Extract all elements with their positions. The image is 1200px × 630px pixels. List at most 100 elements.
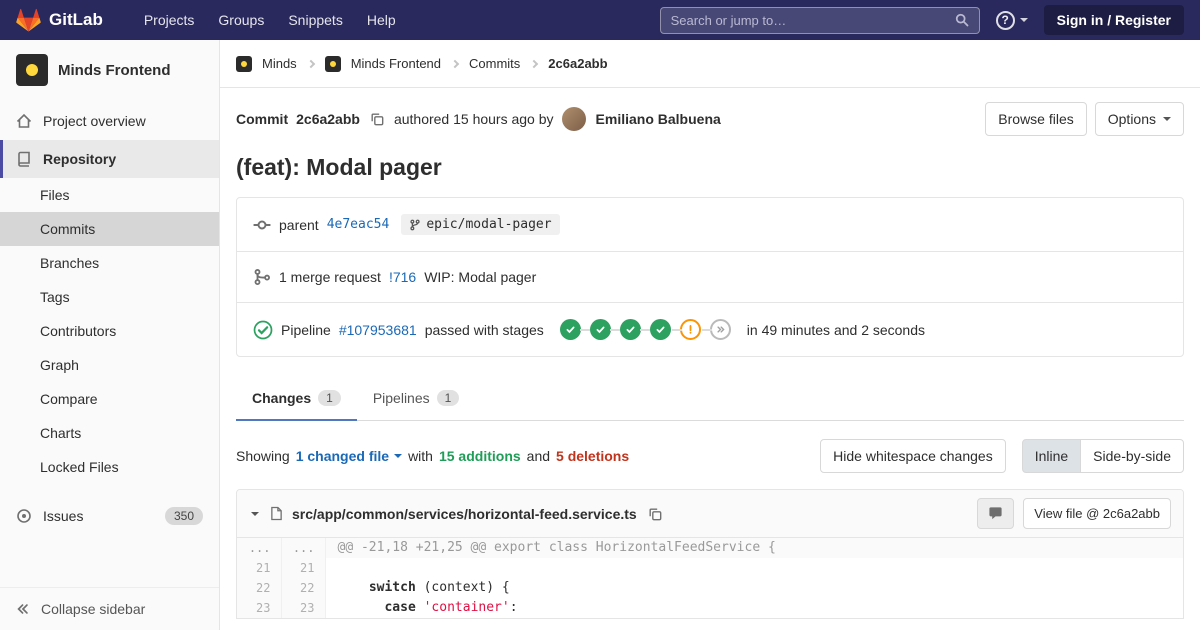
diff-file-path[interactable]: src/app/common/services/horizontal-feed.… [292,506,637,522]
author-avatar[interactable] [562,107,586,131]
tab-changes-label: Changes [252,390,311,406]
old-line-number[interactable]: 21 [237,558,281,578]
gitlab-commit-page: GitLab Projects Groups Snippets Help ? S… [0,0,1200,630]
merge-request-row: 1 merge request !716 WIP: Modal pager [237,251,1183,302]
tab-pipelines-count: 1 [437,390,460,406]
sidebar-item-issues[interactable]: Issues 350 [0,496,219,536]
commit-sha: 2c6a2abb [296,111,360,127]
tab-changes[interactable]: Changes 1 [236,377,357,421]
copy-commit-sha-button[interactable] [368,110,386,128]
sidebar-item-graph[interactable]: Graph [0,348,219,382]
options-button[interactable]: Options [1095,102,1184,136]
copy-icon [370,112,384,126]
breadcrumb-commits[interactable]: Commits [469,56,520,71]
pipeline-stage-success-icon[interactable] [560,319,581,340]
code-text [338,580,369,595]
old-line-number[interactable]: 22 [237,578,281,598]
collapse-sidebar-button[interactable]: Collapse sidebar [0,587,219,630]
collapse-diff-toggle[interactable] [249,508,261,520]
showing-text: Showing [236,448,290,464]
parent-sha-link[interactable]: 4e7eac54 [327,217,390,232]
new-line-number[interactable]: 22 [281,578,325,598]
pipeline-stage-success-icon[interactable] [620,319,641,340]
comment-icon [988,506,1003,521]
inline-view-button[interactable]: Inline [1022,439,1081,473]
tab-pipelines[interactable]: Pipelines 1 [357,377,476,421]
breadcrumb-group[interactable]: Minds [262,56,297,71]
sign-in-button[interactable]: Sign in / Register [1044,5,1184,35]
view-file-button[interactable]: View file @ 2c6a2abb [1023,498,1171,529]
merge-request-title: WIP: Modal pager [424,269,536,285]
deletions-count: 5 deletions [556,448,629,464]
merge-request-link[interactable]: !716 [389,269,416,285]
breadcrumb-project[interactable]: Minds Frontend [351,56,441,71]
sidebar-item-commits[interactable]: Commits [0,212,219,246]
commit-tabs: Changes 1 Pipelines 1 [236,377,1184,421]
main-content: Minds Minds Frontend Commits 2c6a2abb Co… [220,40,1200,619]
sidebar-item-branches[interactable]: Branches [0,246,219,280]
lightbulb-icon [241,61,247,67]
sidebar-item-locked-files[interactable]: Locked Files [0,450,219,484]
search-box[interactable] [660,7,980,34]
pipeline-status-text: passed with stages [425,322,544,338]
sidebar-item-compare[interactable]: Compare [0,382,219,416]
copy-file-path-button[interactable] [646,505,664,523]
sidebar-item-contributors[interactable]: Contributors [0,314,219,348]
mini-pipeline-graph [560,319,731,340]
home-icon [16,113,32,129]
changed-files-label: 1 changed file [296,448,389,464]
pipeline-stage-warning-icon[interactable] [680,319,701,340]
hide-whitespace-button[interactable]: Hide whitespace changes [820,439,1006,473]
merge-request-icon [253,268,271,286]
sidebar-item-repository[interactable]: Repository [0,140,219,178]
sidebar-item-label: Project overview [43,113,146,129]
changed-files-dropdown[interactable]: 1 changed file [296,448,402,464]
search-input[interactable] [671,13,955,28]
project-avatar [16,54,48,86]
lightbulb-icon [330,61,336,67]
commit-info-box: parent 4e7eac54 epic/modal-pager 1 merge… [236,197,1184,357]
chevron-down-icon [1163,117,1171,121]
parent-row: parent 4e7eac54 epic/modal-pager [237,198,1183,251]
code-text [416,600,424,615]
browse-files-button[interactable]: Browse files [985,102,1086,136]
gitlab-home-link[interactable]: GitLab [16,8,103,32]
copy-icon [648,507,662,521]
commit-node-icon [253,216,271,234]
help-menu-button[interactable]: ? [996,11,1028,30]
sidebar-item-charts[interactable]: Charts [0,416,219,450]
project-name: Minds Frontend [58,62,171,79]
code-line: case 'container': [325,598,1183,618]
pipeline-stage-skipped-icon[interactable] [710,319,731,340]
author-name-link[interactable]: Emiliano Balbuena [596,111,721,127]
authored-text: authored 15 hours ago by [394,111,554,127]
project-header-link[interactable]: Minds Frontend [0,40,219,102]
and-text: and [527,448,550,464]
breadcrumb: Minds Minds Frontend Commits 2c6a2abb [220,40,1200,88]
nav-help[interactable]: Help [356,8,407,32]
commit-meta-row: Commit 2c6a2abb authored 15 hours ago by… [236,102,1184,136]
diff-summary-row: Showing 1 changed file with 15 additions… [236,439,1184,473]
nav-projects[interactable]: Projects [133,8,206,32]
nav-groups[interactable]: Groups [207,8,275,32]
new-line-number[interactable]: 23 [281,598,325,618]
new-line-number[interactable]: 21 [281,558,325,578]
sidebar-item-tags[interactable]: Tags [0,280,219,314]
old-line-number[interactable]: 23 [237,598,281,618]
code-text: : [510,600,518,615]
pipeline-duration-text: in 49 minutes and 2 seconds [747,322,925,338]
toggle-comments-button[interactable] [977,498,1014,529]
pipeline-stage-success-icon[interactable] [590,319,611,340]
hunk-header-text: @@ -21,18 +21,25 @@ export class Horizon… [325,538,1183,558]
branch-ref-badge[interactable]: epic/modal-pager [401,214,559,235]
code-line [325,558,1183,578]
sidebar-item-files[interactable]: Files [0,178,219,212]
nav-snippets[interactable]: Snippets [277,8,353,32]
side-by-side-view-button[interactable]: Side-by-side [1080,439,1184,473]
sidebar-item-project-overview[interactable]: Project overview [0,102,219,140]
pipeline-id-link[interactable]: #107953681 [339,322,417,338]
pipeline-stage-success-icon[interactable] [650,319,671,340]
diff-hunk-row: ... ... @@ -21,18 +21,25 @@ export class… [237,538,1183,558]
code-keyword: case [384,600,415,615]
additions-count: 15 additions [439,448,521,464]
